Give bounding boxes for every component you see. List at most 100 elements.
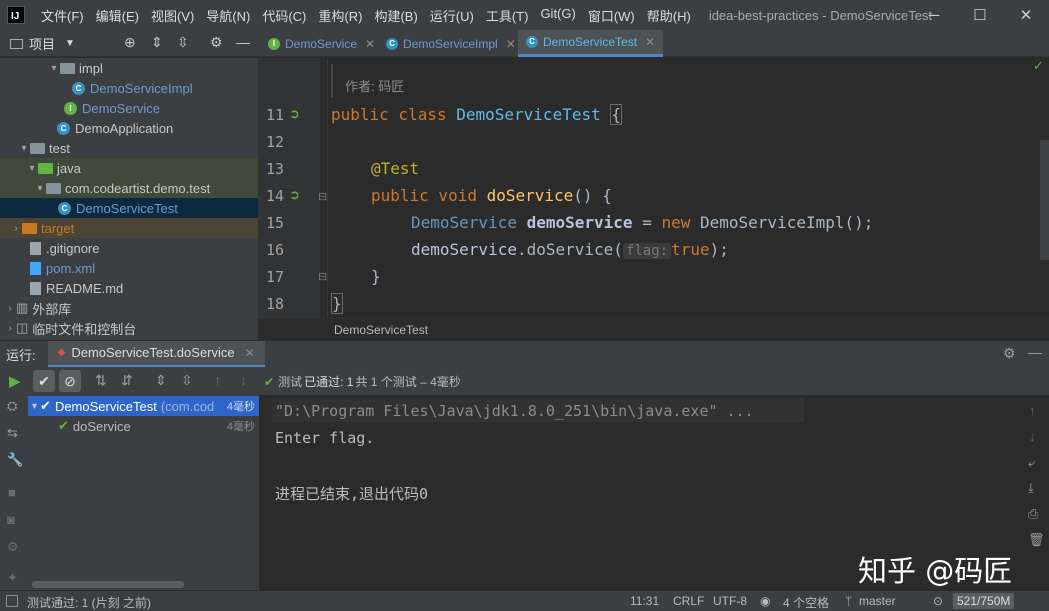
tree-item-gitignore[interactable]: .gitignore: [0, 238, 258, 258]
cursor-position[interactable]: 11:31: [630, 594, 659, 608]
tab-demoservice[interactable]: I DemoService ✕: [260, 30, 383, 57]
close-window-icon[interactable]: ✕: [1003, 0, 1049, 30]
close-tab-icon[interactable]: ✕: [365, 37, 375, 51]
tree-item-demoapplication[interactable]: C DemoApplication: [0, 118, 258, 138]
stop-icon[interactable]: ■: [8, 485, 16, 500]
run-config-tab[interactable]: ◆ DemoServiceTest.doService ✕: [47, 340, 265, 368]
close-tab-icon[interactable]: ✕: [245, 346, 255, 360]
chevron-down-icon[interactable]: ▾: [34, 183, 46, 194]
up-arrow-icon[interactable]: ↑: [1029, 403, 1036, 418]
tree-item-impl[interactable]: ▾ impl: [0, 58, 258, 78]
chevron-down-icon[interactable]: ▾: [26, 163, 38, 174]
next-failed-icon[interactable]: ↓: [240, 372, 247, 388]
menu-refactor[interactable]: 重构(R): [312, 6, 368, 25]
menu-git[interactable]: Git(G): [534, 6, 581, 25]
tree-item-package[interactable]: ▾ com.codeartist.demo.test: [0, 178, 258, 198]
test-row-class[interactable]: ▾ ✔ DemoServiceTest (com.cod 4毫秒: [28, 396, 259, 416]
tree-item-demoservice[interactable]: I DemoService: [0, 98, 258, 118]
close-tab-icon[interactable]: ✕: [645, 35, 655, 49]
class-icon: C: [72, 81, 85, 95]
menu-edit[interactable]: 编辑(E): [90, 6, 145, 25]
readonly-toggle-icon[interactable]: ◉: [760, 594, 770, 608]
pin-icon[interactable]: ✦: [7, 570, 18, 586]
menu-file[interactable]: 文件(F): [35, 6, 90, 25]
menu-view[interactable]: 视图(V): [145, 6, 200, 25]
tab-demoservicetest[interactable]: C DemoServiceTest ✕: [518, 30, 664, 57]
gear-icon[interactable]: ⚙: [210, 34, 223, 51]
status-message[interactable]: 测试通过: 1 (片刻 之前): [27, 594, 151, 611]
test-row-method[interactable]: ✔ doService 4毫秒: [28, 416, 259, 436]
tree-item-java[interactable]: ▾ java: [0, 158, 258, 178]
tree-item-readme[interactable]: README.md: [0, 278, 258, 298]
show-passed-icon[interactable]: ✔: [33, 370, 55, 392]
indent-setting[interactable]: 4 个空格: [783, 594, 829, 611]
minimize-icon[interactable]: ─: [911, 0, 957, 30]
run-test-class-icon[interactable]: ➲: [289, 106, 300, 122]
show-ignored-icon[interactable]: ⊘: [59, 370, 81, 392]
chevron-right-icon[interactable]: ›: [4, 303, 16, 314]
hide-icon[interactable]: —: [1028, 344, 1042, 360]
run-test-method-icon[interactable]: ➲: [289, 187, 300, 203]
editor-scrollbar[interactable]: [1040, 140, 1049, 260]
print-icon[interactable]: ⎙: [1028, 506, 1038, 522]
rerun-icon[interactable]: ▶: [9, 372, 21, 390]
test-config-icon: ◆: [57, 347, 66, 358]
debug-icon[interactable]: ⛭: [7, 398, 17, 414]
file-encoding[interactable]: UTF-8: [713, 594, 747, 608]
close-tab-icon[interactable]: ✕: [506, 37, 516, 51]
previous-failed-icon[interactable]: ↑: [214, 372, 221, 388]
menu-run[interactable]: 运行(U): [424, 6, 480, 25]
menu-code[interactable]: 代码(C): [256, 6, 312, 25]
trash-icon[interactable]: 🗑: [1028, 532, 1045, 548]
locate-icon[interactable]: ⊕: [124, 34, 136, 51]
menu-window[interactable]: 窗口(W): [582, 6, 641, 25]
line-separator[interactable]: CRLF: [673, 594, 704, 608]
menu-tools[interactable]: 工具(T): [480, 6, 535, 25]
tree-item-demoservicetest[interactable]: C DemoServiceTest: [0, 198, 258, 218]
maximize-icon[interactable]: ☐: [957, 0, 1003, 30]
collapse-all-icon[interactable]: ⇳: [181, 372, 193, 389]
expand-all-icon[interactable]: ⇕: [155, 372, 167, 389]
chevron-right-icon[interactable]: ›: [10, 223, 22, 234]
tree-item-demoserviceimpl[interactable]: C DemoServiceImpl: [0, 78, 258, 98]
expand-all-icon[interactable]: ⇕: [151, 34, 163, 51]
down-arrow-icon[interactable]: ↓: [1029, 429, 1036, 444]
lock-icon[interactable]: ⊙: [933, 594, 943, 608]
toggle-icon[interactable]: ⇆: [7, 425, 18, 441]
chevron-down-icon[interactable]: ▾: [48, 63, 60, 74]
scroll-to-end-icon[interactable]: ⤓: [1028, 480, 1034, 496]
chevron-down-icon[interactable]: ▾: [32, 401, 37, 412]
fold-icon[interactable]: ⊟: [318, 190, 327, 203]
git-branch[interactable]: master: [859, 594, 896, 608]
tree-item-test[interactable]: ▾ test: [0, 138, 258, 158]
tree-item-pom[interactable]: pom.xml: [0, 258, 258, 278]
toggle-tool-windows-icon[interactable]: [6, 595, 18, 607]
chevron-down-icon[interactable]: ▾: [18, 143, 30, 154]
horizontal-scrollbar[interactable]: [32, 581, 184, 588]
line-number: 17: [265, 268, 284, 286]
memory-indicator[interactable]: 521/750M: [953, 593, 1015, 609]
menu-navigate[interactable]: 导航(N): [200, 6, 256, 25]
tab-demoserviceimpl[interactable]: C DemoServiceImpl ✕: [378, 30, 524, 57]
code-punct: ();: [844, 213, 874, 232]
menu-build[interactable]: 构建(B): [368, 6, 423, 25]
wrench-icon[interactable]: 🔧: [7, 452, 23, 468]
sort-alpha-icon[interactable]: ⇅: [95, 372, 107, 389]
breadcrumb-item[interactable]: DemoServiceTest: [334, 323, 428, 337]
tree-item-target[interactable]: › target: [0, 218, 258, 238]
collapse-all-icon[interactable]: ⇳: [177, 34, 189, 51]
no-problems-check-icon[interactable]: ✓: [1033, 58, 1044, 74]
intellij-logo-icon[interactable]: IJ: [7, 6, 25, 24]
settings-icon[interactable]: ⚙: [7, 539, 19, 555]
hide-icon[interactable]: —: [236, 34, 250, 50]
camera-icon[interactable]: ◙: [7, 512, 15, 527]
chevron-right-icon[interactable]: ›: [4, 323, 16, 334]
fold-end-icon[interactable]: ⊟: [318, 270, 327, 283]
tree-item-external-libraries[interactable]: › ▥ 外部库: [0, 298, 258, 318]
menu-help[interactable]: 帮助(H): [641, 6, 697, 25]
sort-duration-icon[interactable]: ⇵: [121, 372, 133, 389]
gear-icon[interactable]: ⚙: [1003, 345, 1016, 362]
breadcrumb[interactable]: DemoServiceTest: [258, 318, 1049, 340]
tree-item-scratches[interactable]: › ◫ 临时文件和控制台: [0, 318, 258, 338]
soft-wrap-icon[interactable]: ⤶: [1028, 455, 1035, 471]
